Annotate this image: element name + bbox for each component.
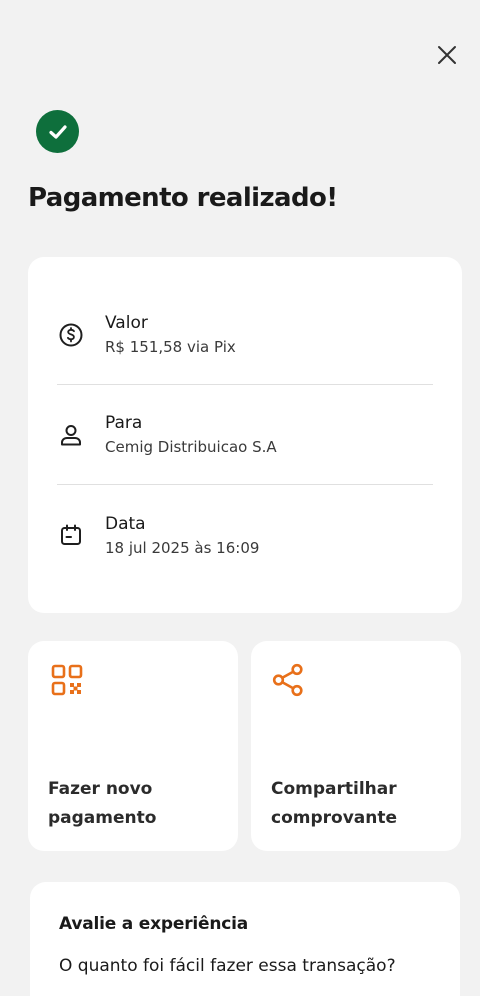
detail-value-data: 18 jul 2025 às 16:09 [105, 538, 260, 557]
detail-label-data: Data [105, 513, 146, 534]
detail-label-valor: Valor [105, 313, 148, 333]
detail-label-para: Para [105, 413, 143, 433]
rating-question: O quanto foi fácil fazer essa transação? [59, 956, 396, 976]
detail-value-para: Cemig Distribuicao S.A [105, 438, 277, 456]
share-receipt-button[interactable]: Compartilhar comprovante [251, 641, 461, 851]
check-icon [48, 124, 67, 139]
dollar-circle-icon [57, 321, 85, 349]
detail-row-para: Para Cemig Distribuicao S.A [57, 385, 433, 485]
share-icon [272, 663, 303, 697]
qr-code-icon [51, 664, 83, 696]
detail-row-valor: Valor R$ 151,58 via Pix [57, 285, 433, 385]
person-icon [57, 421, 85, 449]
new-payment-button[interactable]: Fazer novo pagamento [28, 641, 238, 851]
detail-value-valor: R$ 151,58 via Pix [105, 338, 236, 356]
rating-card: Avalie a experiência O quanto foi fácil … [30, 882, 460, 996]
new-payment-label: Fazer novo pagamento [48, 779, 157, 828]
page-title: Pagamento realizado! [28, 183, 338, 213]
share-receipt-label: Compartilhar comprovante [271, 779, 398, 828]
close-icon [438, 46, 456, 64]
detail-row-data: Data 18 jul 2025 às 16:09 [57, 485, 433, 585]
payment-success-screen: Pagamento realizado! Valor R$ 151,58 via… [0, 0, 480, 996]
calendar-icon [57, 521, 85, 549]
close-button[interactable] [432, 40, 462, 70]
rating-title: Avalie a experiência [59, 914, 249, 934]
payment-details-card: Valor R$ 151,58 via Pix Para Cemig Distr… [28, 257, 462, 613]
success-badge [36, 110, 79, 153]
